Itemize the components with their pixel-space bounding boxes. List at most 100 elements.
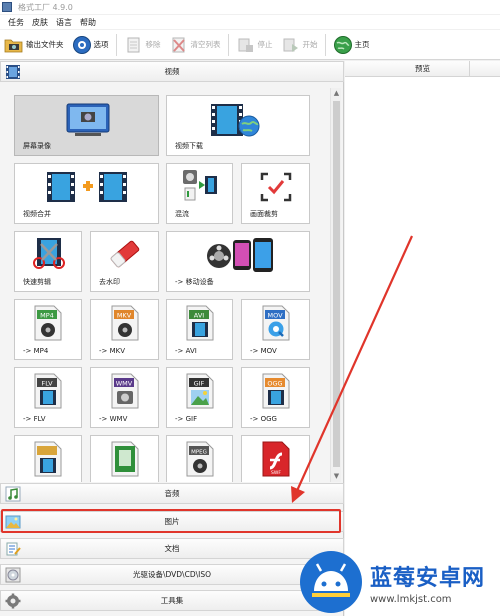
3gp-file-icon — [109, 440, 141, 480]
menu-bar: 任务 皮肤 语言 帮助 — [0, 15, 500, 29]
tile-format-partial-1[interactable] — [14, 435, 82, 482]
remove-icon — [124, 35, 144, 55]
scrollbar-thumb[interactable] — [333, 101, 340, 467]
flv-file-icon: FLV — [32, 372, 64, 412]
mov-badge-text: MOV — [267, 312, 283, 320]
gif-file-icon: GIF — [184, 372, 216, 412]
film-icon — [5, 64, 21, 80]
mp4-badge-text: MP4 — [40, 312, 54, 320]
tile-format-partial-3[interactable]: MPEG — [166, 435, 233, 482]
flv-badge-text: FLV — [41, 380, 53, 388]
scroll-up-arrow-icon[interactable]: ▲ — [331, 88, 342, 99]
scroll-down-arrow-icon[interactable]: ▼ — [331, 471, 342, 482]
stop-button[interactable]: 停止 — [232, 32, 277, 58]
toolbar-divider — [227, 33, 229, 56]
function-panel: 视频 屏幕录像 视频下载 视频合并 混流 画面裁剪 快速剪辑 去水印 -> 移动… — [0, 61, 344, 616]
mobile-devices-icon — [205, 236, 275, 276]
start-button[interactable]: 开始 — [277, 32, 322, 58]
toolbar-divider — [115, 33, 117, 56]
tile-screen-record[interactable]: 屏幕录像 — [14, 95, 159, 156]
category-image[interactable]: 图片 — [0, 511, 344, 532]
tile-wmv[interactable]: WMV -> WMV — [90, 367, 159, 428]
toolbar-divider — [324, 33, 326, 56]
tile-mobile-device[interactable]: -> 移动设备 — [166, 231, 310, 292]
gif-badge-text: GIF — [194, 380, 205, 388]
tile-mkv[interactable]: MKV -> MKV — [90, 299, 159, 360]
tile-remove-watermark[interactable]: 去水印 — [90, 231, 159, 292]
category-audio[interactable]: 音频 — [0, 483, 344, 504]
tile-video-download[interactable]: 视频下载 — [166, 95, 310, 156]
menu-help[interactable]: 帮助 — [80, 17, 96, 28]
tile-ogg[interactable]: OGG -> OGG — [241, 367, 310, 428]
category-document[interactable]: 文档 — [0, 538, 344, 559]
document-pen-icon — [5, 541, 21, 557]
category-disc[interactable]: 光驱设备\DVD\CD\ISO — [0, 564, 344, 585]
video-function-grid: 屏幕录像 视频下载 视频合并 混流 画面裁剪 快速剪辑 去水印 -> 移动设备 … — [4, 88, 330, 482]
avi-badge-text: AVI — [194, 312, 204, 320]
ogg-badge-text: OGG — [267, 380, 282, 388]
category-video[interactable]: 视频 — [0, 61, 344, 82]
clear-list-icon — [169, 35, 189, 55]
options-icon — [72, 35, 92, 55]
remove-button[interactable]: 移除 — [120, 32, 165, 58]
output-folder-button[interactable]: 输出文件夹 — [0, 32, 68, 58]
window-title: 格式工厂 4.9.0 — [18, 2, 73, 12]
site-url: www.lmkjst.com — [370, 593, 452, 605]
menu-language[interactable]: 语言 — [56, 17, 72, 28]
task-list-panel: 预览 — [345, 61, 500, 616]
category-toolbox[interactable]: 工具集 — [0, 590, 344, 611]
preview-header-label: 预览 — [415, 64, 430, 73]
stop-icon — [236, 35, 256, 55]
video-merge-icon — [45, 170, 129, 206]
tile-mp4[interactable]: MP4 -> MP4 — [14, 299, 82, 360]
crop-icon — [260, 172, 292, 204]
clear-list-button[interactable]: 清空列表 — [165, 32, 225, 58]
tile-gif[interactable]: GIF -> GIF — [166, 367, 233, 428]
folder-icon — [4, 35, 24, 55]
menu-skin[interactable]: 皮肤 — [32, 17, 48, 28]
tile-format-partial-2[interactable] — [90, 435, 159, 482]
video-file-icon — [32, 440, 64, 480]
wmv-badge-text: WMV — [116, 380, 133, 388]
scissors-film-icon — [29, 236, 69, 274]
eraser-icon — [107, 238, 143, 272]
column-divider — [469, 61, 470, 77]
tile-quick-cut[interactable]: 快速剪辑 — [14, 231, 82, 292]
mp4-file-icon: MP4 — [32, 304, 64, 344]
avi-file-icon: AVI — [184, 304, 216, 344]
menu-task[interactable]: 任务 — [8, 17, 24, 28]
mkv-file-icon: MKV — [109, 304, 141, 344]
app-logo-icon — [2, 2, 12, 12]
disc-drive-icon — [5, 567, 21, 583]
screen-record-icon — [65, 102, 111, 140]
function-grid-scrollbar[interactable]: ▲ ▼ — [330, 88, 341, 482]
mkv-badge-text: MKV — [117, 312, 132, 320]
site-watermark: 蓝莓安卓网 www.lmkjst.com — [300, 548, 500, 616]
tile-mix[interactable]: 混流 — [166, 163, 233, 224]
tile-video-merge[interactable]: 视频合并 — [14, 163, 159, 224]
wmv-file-icon: WMV — [109, 372, 141, 412]
tile-flv[interactable]: FLV -> FLV — [14, 367, 82, 428]
landscape-image-icon — [5, 514, 21, 530]
tile-format-partial-4[interactable]: SWF — [241, 435, 310, 482]
swf-badge-text: SWF — [271, 470, 281, 476]
robot-mascot-logo — [300, 551, 362, 613]
start-icon — [281, 35, 301, 55]
tile-crop[interactable]: 画面裁剪 — [241, 163, 310, 224]
mpeg-file-icon: MPEG — [184, 440, 216, 480]
music-note-icon — [5, 486, 21, 502]
home-button[interactable]: 主页 — [329, 32, 374, 58]
tile-mov[interactable]: MOV -> MOV — [241, 299, 310, 360]
mix-icon — [181, 168, 219, 206]
options-button[interactable]: 选项 — [68, 32, 113, 58]
title-bar: 格式工厂 4.9.0 — [0, 0, 500, 14]
tile-avi[interactable]: AVI -> AVI — [166, 299, 233, 360]
toolbox-gear-icon — [5, 593, 21, 609]
swf-file-icon: SWF — [260, 440, 292, 480]
home-globe-icon — [333, 35, 353, 55]
mov-file-icon: MOV — [260, 304, 292, 344]
preview-column-header[interactable]: 预览 — [345, 61, 500, 77]
ogg-file-icon: OGG — [260, 372, 292, 412]
site-name: 蓝莓安卓网 — [370, 565, 486, 591]
toolbar: 输出文件夹 选项 移除 清空列表 停止 开始 主页 — [0, 30, 500, 60]
